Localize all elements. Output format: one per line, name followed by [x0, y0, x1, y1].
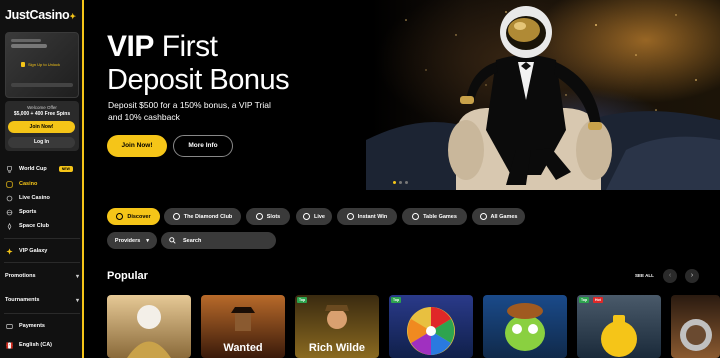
- game-tile[interactable]: [107, 295, 191, 358]
- discover-icon: [116, 213, 124, 220]
- game-title: Wanted: [223, 342, 263, 354]
- logo[interactable]: JustCasino✦: [5, 8, 76, 22]
- hero-banner[interactable]: VIP First Deposit Bonus Deposit $500 for…: [86, 0, 720, 190]
- carousel-dot[interactable]: [399, 181, 402, 184]
- new-badge: NEW: [58, 166, 73, 172]
- game-tile[interactable]: Top: [389, 295, 473, 358]
- cherry-icon: [6, 180, 13, 188]
- game-tile[interactable]: Wanted: [201, 295, 285, 358]
- sidebar-item-vip-galaxy[interactable]: VIP Galaxy: [6, 246, 47, 256]
- slots-icon: [255, 213, 263, 220]
- lock-icon: [21, 62, 25, 67]
- sidebar-join-button[interactable]: Join Now!: [8, 121, 75, 133]
- hero-subtitle: Deposit $500 for a 150% bonus, a VIP Tri…: [108, 100, 271, 122]
- top-badge: Top: [391, 297, 402, 303]
- rocket-icon: [7, 222, 12, 230]
- hero-join-button[interactable]: Join Now!: [107, 135, 167, 157]
- tab-all-games[interactable]: All Games: [472, 208, 525, 225]
- game-tile[interactable]: [671, 295, 720, 358]
- chevron-down-icon: ▾: [146, 237, 150, 244]
- trophy-icon: [7, 165, 12, 173]
- top-badge: Top: [297, 297, 308, 303]
- search-icon: [169, 237, 176, 244]
- carousel-dots[interactable]: [393, 181, 408, 184]
- providers-dropdown[interactable]: Providers ▾: [107, 232, 157, 249]
- instant-icon: [346, 213, 354, 220]
- hero-title: VIP First: [107, 30, 218, 63]
- vip-card[interactable]: Sign Up to Unlock: [5, 32, 79, 98]
- prev-arrow-button[interactable]: ‹: [663, 269, 677, 283]
- flag-ca-icon: [6, 341, 13, 349]
- live-icon: [6, 195, 13, 201]
- tab-slots[interactable]: Slots: [246, 208, 290, 225]
- sidebar: JustCasino✦ Sign Up to Unlock Welcome Of…: [0, 0, 84, 358]
- hot-badge: Hot: [593, 297, 603, 303]
- carousel-dot[interactable]: [405, 181, 408, 184]
- hero-title-line2: Deposit Bonus: [107, 64, 290, 96]
- search-field[interactable]: [161, 232, 276, 249]
- game-thumbnail: [680, 319, 712, 351]
- grid-icon: [479, 213, 487, 220]
- card-icon: [6, 323, 13, 329]
- chevron-down-icon: ▾: [75, 298, 79, 304]
- game-tile[interactable]: Top Hot: [577, 295, 661, 358]
- vip-signup-text[interactable]: Sign Up to Unlock: [28, 62, 60, 67]
- sidebar-tournaments[interactable]: Tournaments ▾: [5, 297, 79, 304]
- chevron-down-icon: ▾: [75, 274, 79, 280]
- top-badge: Top: [579, 297, 590, 303]
- section-title-popular: Popular: [107, 270, 148, 282]
- star-icon: [6, 247, 13, 255]
- carousel-dot[interactable]: [393, 181, 396, 184]
- hero-more-info-button[interactable]: More Info: [173, 135, 233, 157]
- game-thumbnail: [601, 315, 637, 357]
- tab-table-games[interactable]: Table Games: [402, 208, 467, 225]
- sidebar-item-sports[interactable]: Sports: [6, 207, 36, 217]
- sidebar-item-casino[interactable]: Casino: [6, 179, 37, 189]
- diamond-icon: [172, 213, 180, 220]
- welcome-offer-text: $5,000 + 400 Free Spins: [13, 111, 71, 117]
- tab-diamond-club[interactable]: The Diamond Club: [164, 208, 241, 225]
- welcome-label: Welcome Offer: [27, 105, 57, 110]
- game-title: Rich Wilde: [308, 342, 366, 354]
- game-thumbnail: [407, 307, 455, 355]
- language-selector[interactable]: English (CA): [6, 340, 52, 350]
- search-input[interactable]: [183, 237, 263, 244]
- tab-instant-win[interactable]: Instant Win: [337, 208, 397, 225]
- game-tile[interactable]: Top Rich Wilde: [295, 295, 379, 358]
- ball-icon: [6, 209, 13, 215]
- game-thumbnail: [127, 305, 171, 358]
- tab-discover[interactable]: Discover: [107, 208, 160, 225]
- vip-progress-bar: [11, 83, 73, 87]
- sidebar-item-world-cup[interactable]: World Cup NEW: [6, 164, 73, 174]
- sidebar-promotions[interactable]: Promotions ▾: [5, 273, 79, 280]
- sidebar-item-space-club[interactable]: Space Club: [6, 221, 49, 231]
- table-icon: [412, 213, 420, 220]
- astronaut-illustration: [366, 6, 720, 190]
- live-icon: [302, 213, 310, 220]
- sidebar-item-payments[interactable]: Payments: [6, 321, 45, 331]
- game-tile[interactable]: [483, 295, 567, 358]
- tab-live[interactable]: Live: [296, 208, 332, 225]
- see-all-link[interactable]: SEE ALL: [635, 273, 654, 278]
- sidebar-item-live-casino[interactable]: Live Casino: [6, 193, 50, 203]
- game-thumbnail: [505, 303, 545, 351]
- next-arrow-button[interactable]: ›: [685, 269, 699, 283]
- sidebar-login-button[interactable]: Log In: [8, 137, 75, 148]
